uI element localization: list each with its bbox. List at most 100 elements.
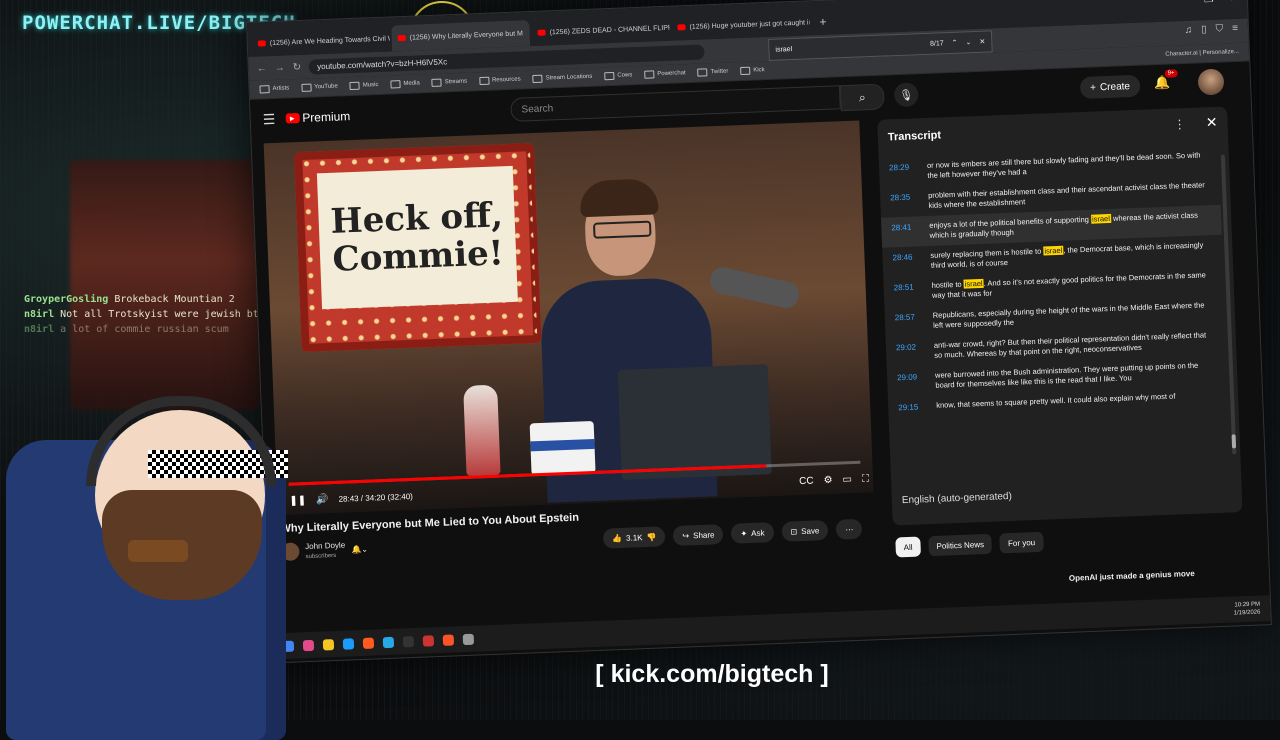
hamburger-menu-icon[interactable]: ☰	[262, 110, 275, 127]
youtube-favicon-icon	[397, 34, 406, 42]
extensions-area: ♫ ▯ ⛉ ≡	[1184, 23, 1238, 36]
transcript-segments: 28:29 or now its embers are still there b…	[879, 145, 1231, 484]
captions-icon[interactable]: CC	[799, 475, 814, 487]
bookmark[interactable]: Music	[349, 81, 379, 91]
folder-icon	[697, 68, 708, 77]
headphones-icon	[86, 396, 276, 486]
minimize-icon[interactable]: —	[1176, 0, 1187, 6]
background-webcam-blur	[70, 160, 260, 410]
segment-timestamp[interactable]: 28:41	[891, 221, 918, 242]
shield-icon[interactable]: ⛉	[1215, 23, 1223, 34]
x-icon[interactable]	[402, 635, 415, 647]
video-player[interactable]: Heck off, Commie! ❚❚ 🔊 28:43 / 34:20 (32:…	[263, 120, 874, 516]
bell-subscribed-icon[interactable]: 🔔⌄	[351, 544, 368, 554]
find-count: 8/17	[929, 39, 944, 48]
segment-timestamp[interactable]: 28:46	[892, 251, 919, 272]
find-next-icon[interactable]: ⌄	[965, 38, 971, 46]
create-button[interactable]: + Create	[1079, 74, 1141, 100]
coffee-mug	[529, 420, 596, 476]
folder-icon	[301, 83, 312, 92]
youtube-play-icon: ▶	[285, 113, 300, 124]
theater-mode-icon[interactable]: ▭	[842, 474, 852, 485]
segment-timestamp[interactable]: 29:09	[897, 371, 924, 392]
brave-icon[interactable]	[442, 633, 455, 646]
bookmark[interactable]: Cows	[604, 71, 632, 81]
taskbar-app-icon[interactable]	[362, 637, 375, 649]
ask-button[interactable]: ✦ Ask	[731, 522, 774, 544]
segment-timestamp[interactable]: 28:51	[893, 281, 920, 302]
search-input[interactable]: Search	[510, 85, 841, 122]
forward-icon[interactable]: →	[275, 62, 285, 73]
chat-username: GroyperGosling	[24, 294, 109, 305]
search-highlight: israel	[963, 278, 984, 289]
transcript-panel: Transcript ⋮ ✕ 28:29 or now its embers ar…	[877, 106, 1243, 526]
find-prev-icon[interactable]: ⌃	[952, 39, 958, 47]
chat-message: GroyperGosling Brokeback Mountian 2	[24, 294, 274, 306]
segment-timestamp[interactable]: 29:15	[898, 401, 925, 421]
chip-all[interactable]: All	[895, 536, 921, 558]
youtube-logo[interactable]: ▶ Premium	[285, 109, 351, 125]
reload-icon[interactable]: ↻	[293, 61, 302, 72]
more-actions-icon[interactable]: ⋯	[835, 518, 863, 540]
folder-icon	[259, 85, 270, 94]
find-close-icon[interactable]: ✕	[979, 38, 985, 46]
plus-icon: +	[1089, 81, 1097, 94]
chat-message: n8irl Not all Trotskyist were jewish btw	[24, 309, 274, 321]
maximize-icon[interactable]: ❐	[1203, 0, 1214, 5]
system-clock: 10:29 PM 1/19/2026	[1233, 601, 1261, 617]
fullscreen-icon[interactable]: ⛶	[862, 473, 869, 484]
search-button[interactable]: ⌕	[839, 83, 885, 112]
segment-timestamp[interactable]: 28:57	[895, 311, 922, 332]
new-tab-icon[interactable]: +	[811, 14, 835, 35]
bookmark[interactable]: Kick	[740, 66, 765, 76]
folder-icon	[604, 71, 615, 81]
taskbar-app-icon[interactable]	[342, 637, 355, 650]
chip-for-you[interactable]: For you	[999, 531, 1044, 554]
taskbar-app-icon[interactable]	[422, 634, 435, 647]
bookmark[interactable]: Streams	[431, 78, 468, 87]
folder-icon	[431, 78, 442, 87]
segment-timestamp[interactable]: 29:02	[896, 341, 923, 362]
segment-timestamp[interactable]: 28:35	[890, 191, 917, 212]
more-vertical-icon[interactable]: ⋮	[1173, 117, 1186, 131]
chat-message: n8irl a lot of commie russian scum	[24, 324, 274, 336]
bookmark[interactable]: Powerchat	[644, 69, 686, 79]
voice-search-button[interactable]: 🎙	[893, 82, 919, 108]
stream-caption: [ kick.com/bigtech ]	[595, 660, 829, 688]
segment-timestamp[interactable]: 28:29	[889, 161, 916, 182]
close-window-icon[interactable]: ✕	[1229, 0, 1239, 4]
taskbar-app-icon[interactable]	[462, 633, 475, 645]
chat-text: a lot of commie russian scum	[60, 324, 229, 335]
statue-figure	[463, 384, 501, 476]
bookmark[interactable]: Media	[390, 79, 420, 89]
bookmark[interactable]: Stream Locations	[532, 73, 593, 84]
bookmark[interactable]: Resources	[478, 75, 521, 86]
chat-username: n8irl	[24, 324, 55, 335]
bookmark[interactable]: Twitter	[697, 68, 729, 77]
settings-gear-icon[interactable]: ⚙	[823, 474, 832, 485]
back-icon[interactable]: ←	[257, 63, 267, 74]
bookmark-overflow[interactable]: Character.ai | Personalize...	[1165, 49, 1239, 58]
extension-icon[interactable]: ♫	[1184, 25, 1192, 36]
save-button[interactable]: ⊡ Save	[781, 520, 829, 542]
account-avatar[interactable]	[1197, 68, 1225, 96]
like-button[interactable]: 👍 3.1K 👎	[602, 526, 666, 549]
transcript-language[interactable]: English (auto-generated)	[902, 491, 1012, 506]
video-time: 28:43 / 34:20 (32:40)	[338, 491, 413, 504]
share-button[interactable]: ↪ Share	[673, 524, 724, 546]
menu-icon[interactable]: ≡	[1232, 23, 1238, 34]
close-icon[interactable]: ✕	[1206, 114, 1218, 131]
window-controls: — ❐ ✕	[1176, 0, 1239, 6]
chip-politics-news[interactable]: Politics News	[928, 533, 993, 557]
folder-icon	[644, 70, 655, 79]
bookmark[interactable]: YouTube	[301, 83, 338, 92]
video-sign: Heck off, Commie!	[294, 143, 542, 353]
sidebar-icon[interactable]: ▯	[1201, 24, 1207, 35]
bookmark[interactable]: Artists	[259, 84, 289, 94]
find-input[interactable]: israel	[775, 41, 922, 54]
youtube-favicon-icon	[677, 24, 686, 31]
telegram-icon[interactable]	[382, 636, 395, 648]
recommendation-chips: All Politics News For you	[895, 531, 1044, 558]
chat-text: Brokeback Mountian 2	[114, 294, 235, 305]
recommended-video-title[interactable]: OpenAI just made a genius move	[1069, 569, 1195, 583]
